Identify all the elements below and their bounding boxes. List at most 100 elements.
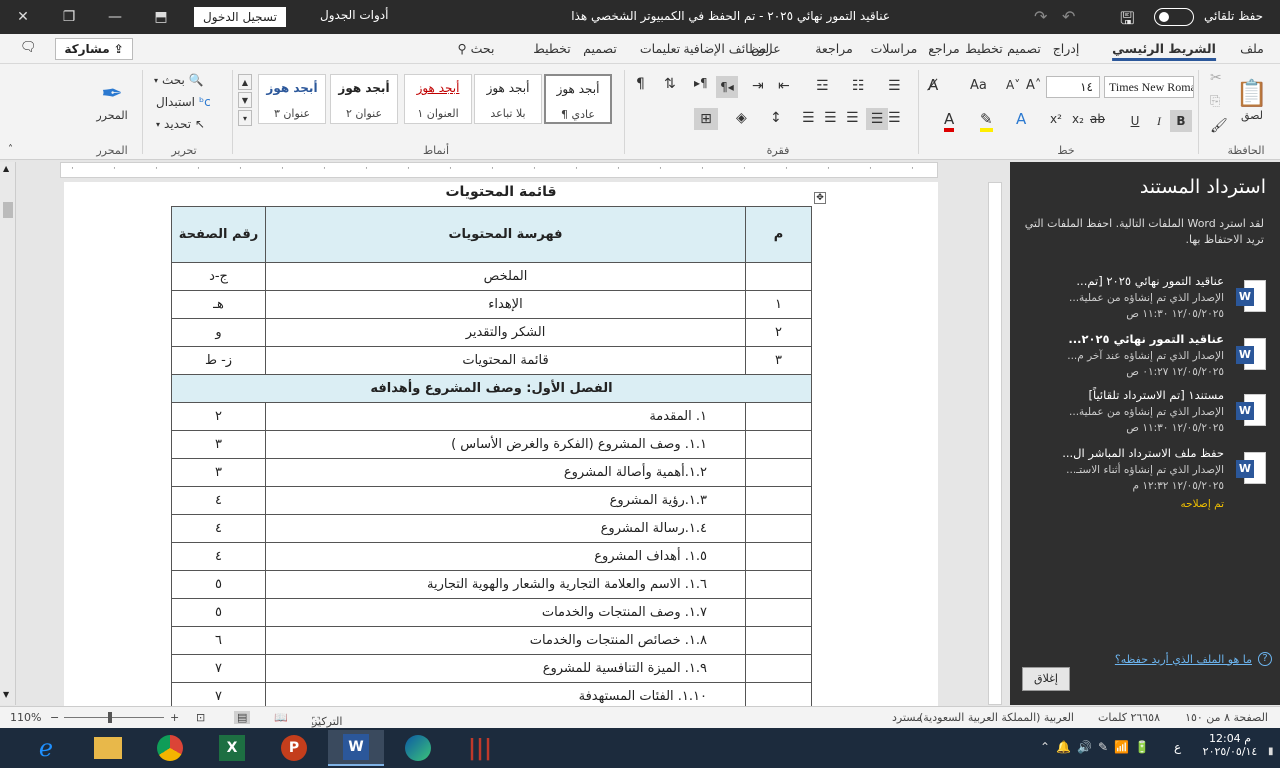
format-painter-icon[interactable]: 🖌 <box>1210 118 1228 134</box>
styles-scroll-up-icon[interactable]: ▲ <box>238 74 252 90</box>
chrome-app[interactable] <box>142 730 198 766</box>
horizontal-ruler[interactable]: · · · · · · · · · · · · · · · · · · · · · <box>60 162 938 178</box>
multilevel-list-icon[interactable]: ☲ <box>816 78 829 94</box>
restore-window-button[interactable]: ❐ <box>46 0 92 34</box>
underline-button[interactable]: U <box>1124 110 1146 132</box>
styles-more-icon[interactable]: ▾ <box>238 110 252 126</box>
tab-13[interactable]: ⚲ بحث <box>458 41 495 56</box>
web-layout-icon[interactable]: ⊡ <box>196 711 205 724</box>
tab-2[interactable]: إدراج <box>1053 41 1080 56</box>
numbering-icon[interactable]: ☷ <box>852 78 865 94</box>
recovered-file-item[interactable]: W عناقيد التمور نهائي ٢٠٢٥ [تم... الإصدار … <box>1018 274 1272 330</box>
powerpoint-app[interactable]: P <box>266 730 322 766</box>
tab-11[interactable]: تصميم <box>583 41 617 56</box>
borders-icon[interactable]: ⊞ <box>694 108 718 130</box>
font-name-select[interactable]: Times New Roman <box>1104 76 1194 98</box>
notification-icons[interactable]: ⌃🔔🔊✎📶🔋 <box>1040 740 1156 754</box>
zoom-in-icon[interactable]: + <box>170 711 179 724</box>
signin-button[interactable]: تسجيل الدخول <box>194 7 286 27</box>
align-right-icon[interactable]: ☰ <box>866 108 888 130</box>
edge-app[interactable] <box>390 730 446 766</box>
vertical-scrollbar[interactable]: ▲ ▼ <box>0 162 16 705</box>
scroll-thumb[interactable] <box>3 202 13 218</box>
input-language[interactable]: ع <box>1174 740 1181 754</box>
page-count[interactable]: الصفحة ٨ من ١٥٠ <box>1185 711 1268 724</box>
style-2[interactable]: أبجد هوز العنوان ١ <box>404 74 472 124</box>
bold-button[interactable]: B <box>1170 110 1192 132</box>
align-left-icon[interactable]: ☰ <box>824 110 837 126</box>
style-3[interactable]: أبجد هوز عنوان ٢ <box>330 74 398 124</box>
font-size-select[interactable]: ١٤ <box>1046 76 1100 98</box>
share-button[interactable]: مشاركة ⇪ <box>55 38 133 60</box>
style-4[interactable]: أبجد هوز عنوان ٣ <box>258 74 326 124</box>
font-color-icon[interactable]: A <box>944 110 955 132</box>
zoom-level[interactable]: 110% <box>10 711 41 724</box>
zoom-slider-thumb[interactable] <box>108 712 112 723</box>
zoom-out-icon[interactable]: − <box>50 711 59 724</box>
tab-3[interactable]: تصميم <box>1007 41 1041 56</box>
shading-icon[interactable]: ◈ <box>736 110 747 126</box>
scroll-down-icon[interactable]: ▼ <box>3 690 9 699</box>
line-spacing-icon[interactable]: ↕ <box>770 110 782 126</box>
winrar-app[interactable]: ||| <box>452 730 508 766</box>
redo-icon[interactable]: ↷ <box>1034 7 1047 26</box>
center-icon[interactable]: ☰ <box>846 110 859 126</box>
cut-icon[interactable]: ✂ <box>1210 70 1222 86</box>
sort-icon[interactable]: ⇅ <box>664 76 676 92</box>
grow-font-icon[interactable]: A˄ <box>1026 78 1041 93</box>
paste-button[interactable]: 📋 لصق <box>1232 70 1272 130</box>
decrease-indent-icon[interactable]: ⇤ <box>778 78 790 94</box>
tab-10[interactable]: تعليمات <box>640 41 680 56</box>
recovered-file-item[interactable]: W مستند١ [تم الاسترداد تلقائياً] الإصدار ا… <box>1018 388 1272 444</box>
minimize-window-button[interactable]: — <box>92 0 138 34</box>
ribbon-display-button[interactable]: ⬒ <box>138 0 184 34</box>
ltr-direction-icon[interactable]: ▸¶ <box>694 76 708 90</box>
increase-indent-icon[interactable]: ⇥ <box>752 78 764 94</box>
excel-app[interactable]: X <box>204 730 260 766</box>
tab-6[interactable]: مراسلات <box>871 41 918 56</box>
strikethrough-icon[interactable]: ab <box>1090 112 1105 126</box>
close-panel-button[interactable]: إغلاق <box>1022 667 1070 691</box>
tab-12[interactable]: تخطيط <box>533 41 570 56</box>
table-move-handle-icon[interactable]: ✥ <box>814 192 826 204</box>
toc-table[interactable]: م فهرسة المحتويات رقم الصفحة الملخص ج-د ١ ا… <box>171 206 812 711</box>
subscript-icon[interactable]: x₂ <box>1072 112 1084 126</box>
comments-icon[interactable]: 🗨 <box>20 40 37 55</box>
clock[interactable]: 12:04 م ٢٠٢٥/٠٥/١٤ <box>1200 732 1260 758</box>
editor-button[interactable]: ✒ المحرر <box>88 70 136 130</box>
bullets-icon[interactable]: ☰ <box>888 78 901 94</box>
save-icon[interactable]: 🖫 <box>1120 6 1134 35</box>
styles-scroll-down-icon[interactable]: ▼ <box>238 92 252 108</box>
zoom-slider[interactable] <box>64 712 164 723</box>
tab-0[interactable]: ملف <box>1240 41 1264 56</box>
read-mode-icon[interactable]: 📖 <box>274 711 288 724</box>
which-file-link[interactable]: ? ما هو الملف الذي أريد حفظه؟ <box>1115 652 1272 666</box>
style-1[interactable]: أبجد هوز بلا تباعد <box>474 74 542 124</box>
edge-legacy-app[interactable]: ℯ <box>18 730 74 766</box>
change-case-button[interactable]: Aa <box>970 78 987 93</box>
rtl-direction-icon[interactable]: ¶◂ <box>716 76 738 98</box>
tab-9[interactable]: الوظائف الإضافية <box>683 41 772 56</box>
clear-formatting-icon[interactable]: A̸ <box>928 76 938 94</box>
language[interactable]: العربية (المملكة العربية السعودية) <box>919 711 1074 724</box>
word-count[interactable]: ٢٦٦٥٨ كلمات <box>1098 711 1160 724</box>
italic-button[interactable]: I <box>1148 110 1170 132</box>
document-page[interactable]: قائمة المحتويات ✥ م فهرسة المحتويات رقم … <box>64 182 938 711</box>
copy-icon[interactable]: ⎘ <box>1210 94 1220 109</box>
text-effects-icon[interactable]: A <box>1016 110 1026 128</box>
select-button[interactable]: ▾ تحديد ↖ <box>156 114 205 134</box>
style-0[interactable]: أبجد هوز ¶ عادي <box>544 74 612 124</box>
collapse-ribbon-icon[interactable]: ˄ <box>8 144 13 155</box>
file-explorer-app[interactable] <box>80 730 136 766</box>
autosave-toggle[interactable] <box>1154 8 1194 26</box>
show-desktop-icon[interactable]: ▮ <box>1268 746 1274 757</box>
highlight-color-icon[interactable]: ✎ <box>980 110 993 132</box>
find-button[interactable]: ▾ بحث 🔍 <box>154 70 204 90</box>
close-window-button[interactable]: ✕ <box>0 0 46 34</box>
tab-5[interactable]: مراجع <box>928 41 959 56</box>
scroll-up-icon[interactable]: ▲ <box>3 164 9 173</box>
tab-1[interactable]: الشريط الرئيسي <box>1112 41 1216 61</box>
tab-7[interactable]: مراجعة <box>815 41 853 56</box>
shrink-font-icon[interactable]: A˅ <box>1006 78 1020 92</box>
print-layout-icon[interactable]: ▤ <box>234 711 251 724</box>
